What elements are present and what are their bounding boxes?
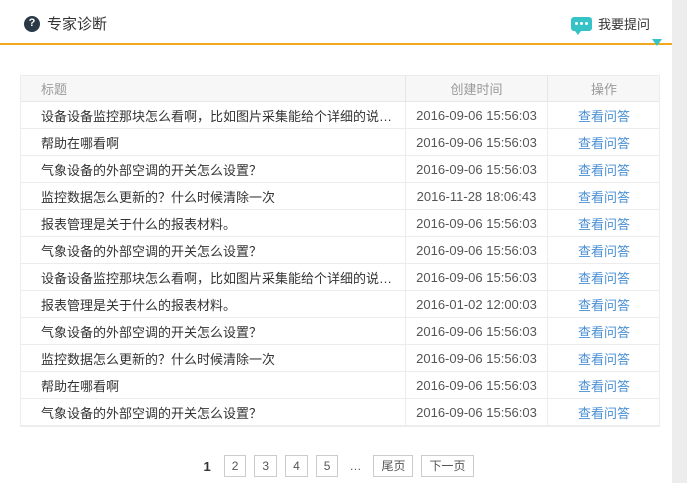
action-cell: 查看问答 (547, 183, 660, 209)
action-cell: 查看问答 (547, 237, 660, 263)
created-time: 2016-09-06 15:56:03 (405, 237, 547, 263)
created-time: 2016-09-06 15:56:03 (405, 102, 547, 128)
view-answer-link[interactable]: 查看问答 (578, 160, 630, 179)
question-title: 监控数据怎么更新的？什么时候清除一次 (21, 187, 405, 206)
question-title: 气象设备的外部空调的开关怎么设置？ (21, 322, 405, 341)
view-answer-link[interactable]: 查看问答 (578, 376, 630, 395)
qa-table: 标题 创建时间 操作 设备设备监控那块怎么看啊，比如图片采集能给个详细的说明对这… (20, 75, 660, 427)
question-title: 气象设备的外部空调的开关怎么设置？ (21, 403, 405, 422)
action-cell: 查看问答 (547, 345, 660, 371)
table-row: 监控数据怎么更新的？什么时候清除一次2016-11-28 18:06:43 查看问… (21, 183, 659, 210)
view-answer-link[interactable]: 查看问答 (578, 187, 630, 206)
table-row: 帮助在哪看啊2016-09-06 15:56:03 查看问答 (21, 129, 659, 156)
expert-badge-icon: ? (24, 16, 40, 32)
table-row: 气象设备的外部空调的开关怎么设置？2016-09-06 15:56:03 查看问答 (21, 237, 659, 264)
question-title: 报表管理是关于什么的报表材料。 (21, 214, 405, 233)
table-row: 设备设备监控那块怎么看啊，比如图片采集能给个详细的说明对这块不是很懂…2016-… (21, 102, 659, 129)
pagination-ellipsis: … (346, 459, 365, 473)
ask-question-button[interactable]: 我要提问 (571, 14, 650, 33)
pagination-page-button[interactable]: 4 (285, 455, 308, 477)
bubble-dot (575, 22, 578, 25)
expert-diagnosis-page: ? 专家诊断 我要提问 标题 创建时间 操作 设备设备监控那块怎么看啊，比如图片… (0, 0, 672, 483)
pagination-page-button[interactable]: 2 (224, 455, 247, 477)
action-cell: 查看问答 (547, 372, 660, 398)
question-title: 气象设备的外部空调的开关怎么设置？ (21, 160, 405, 179)
table-row: 气象设备的外部空调的开关怎么设置？2016-09-06 15:56:03 查看问答 (21, 399, 659, 426)
table-row: 报表管理是关于什么的报表材料。2016-09-06 15:56:03 查看问答 (21, 210, 659, 237)
column-header-title: 标题 (21, 79, 405, 98)
created-time: 2016-09-06 15:56:03 (405, 372, 547, 398)
created-time: 2016-09-06 15:56:03 (405, 399, 547, 425)
teal-pointer-icon (652, 39, 662, 46)
created-time: 2016-09-06 15:56:03 (405, 345, 547, 371)
question-title: 帮助在哪看啊 (21, 376, 405, 395)
pagination-next-button[interactable]: 下一页 (421, 455, 473, 477)
view-answer-link[interactable]: 查看问答 (578, 403, 630, 422)
action-cell: 查看问答 (547, 264, 660, 290)
question-title: 帮助在哪看啊 (21, 133, 405, 152)
column-header-action: 操作 (547, 76, 660, 101)
created-time: 2016-09-06 15:56:03 (405, 156, 547, 182)
created-time: 2016-09-06 15:56:03 (405, 210, 547, 236)
title-wrap: ? 专家诊断 (24, 13, 107, 34)
chat-bubble-icon (571, 17, 592, 31)
action-cell: 查看问答 (547, 129, 660, 155)
view-answer-link[interactable]: 查看问答 (578, 349, 630, 368)
column-header-time: 创建时间 (405, 76, 547, 101)
table-row: 帮助在哪看啊2016-09-06 15:56:03 查看问答 (21, 372, 659, 399)
bubble-dot (585, 22, 588, 25)
created-time: 2016-11-28 18:06:43 (405, 183, 547, 209)
page-header: ? 专家诊断 我要提问 (0, 0, 672, 43)
pagination-last-button[interactable]: 尾页 (373, 455, 413, 477)
action-cell: 查看问答 (547, 156, 660, 182)
header-accent-line (0, 43, 672, 45)
created-time: 2016-09-06 15:56:03 (405, 318, 547, 344)
created-time: 2016-09-06 15:56:03 (405, 264, 547, 290)
view-answer-link[interactable]: 查看问答 (578, 322, 630, 341)
action-cell: 查看问答 (547, 399, 660, 425)
view-answer-link[interactable]: 查看问答 (578, 106, 630, 125)
pagination-pages: 2345 (224, 455, 339, 477)
table-row: 监控数据怎么更新的？什么时候清除一次2016-09-06 15:56:03 查看问… (21, 345, 659, 372)
view-answer-link[interactable]: 查看问答 (578, 214, 630, 233)
page-title: 专家诊断 (47, 13, 107, 34)
pagination-current-page: 1 (198, 459, 215, 474)
table-header-row: 标题 创建时间 操作 (21, 76, 659, 102)
question-title: 气象设备的外部空调的开关怎么设置？ (21, 241, 405, 260)
ask-question-label: 我要提问 (598, 14, 650, 33)
view-answer-link[interactable]: 查看问答 (578, 241, 630, 260)
view-answer-link[interactable]: 查看问答 (578, 133, 630, 152)
table-body: 设备设备监控那块怎么看啊，比如图片采集能给个详细的说明对这块不是很懂…2016-… (21, 102, 659, 426)
table-row: 气象设备的外部空调的开关怎么设置？2016-09-06 15:56:03 查看问答 (21, 318, 659, 345)
action-cell: 查看问答 (547, 210, 660, 236)
question-title: 设备设备监控那块怎么看啊，比如图片采集能给个详细的说明对这块不是很懂… (21, 106, 405, 125)
view-answer-link[interactable]: 查看问答 (578, 268, 630, 287)
action-cell: 查看问答 (547, 318, 660, 344)
action-cell: 查看问答 (547, 102, 660, 128)
table-row: 设备设备监控那块怎么看啊，比如图片采集能给个详细的说明对这块不是很懂…2016-… (21, 264, 659, 291)
table-row: 报表管理是关于什么的报表材料。2016-01-02 12:00:03 查看问答 (21, 291, 659, 318)
question-title: 设备设备监控那块怎么看啊，比如图片采集能给个详细的说明对这块不是很懂… (21, 268, 405, 287)
created-time: 2016-01-02 12:00:03 (405, 291, 547, 317)
table-row: 气象设备的外部空调的开关怎么设置？2016-09-06 15:56:03 查看问答 (21, 156, 659, 183)
pagination-page-button[interactable]: 5 (316, 455, 339, 477)
question-title: 报表管理是关于什么的报表材料。 (21, 295, 405, 314)
action-cell: 查看问答 (547, 291, 660, 317)
question-title: 监控数据怎么更新的？什么时候清除一次 (21, 349, 405, 368)
bubble-dot (580, 22, 583, 25)
pagination-page-button[interactable]: 3 (254, 455, 277, 477)
pagination: 1 2345 … 尾页 下一页 (0, 455, 672, 477)
view-answer-link[interactable]: 查看问答 (578, 295, 630, 314)
created-time: 2016-09-06 15:56:03 (405, 129, 547, 155)
